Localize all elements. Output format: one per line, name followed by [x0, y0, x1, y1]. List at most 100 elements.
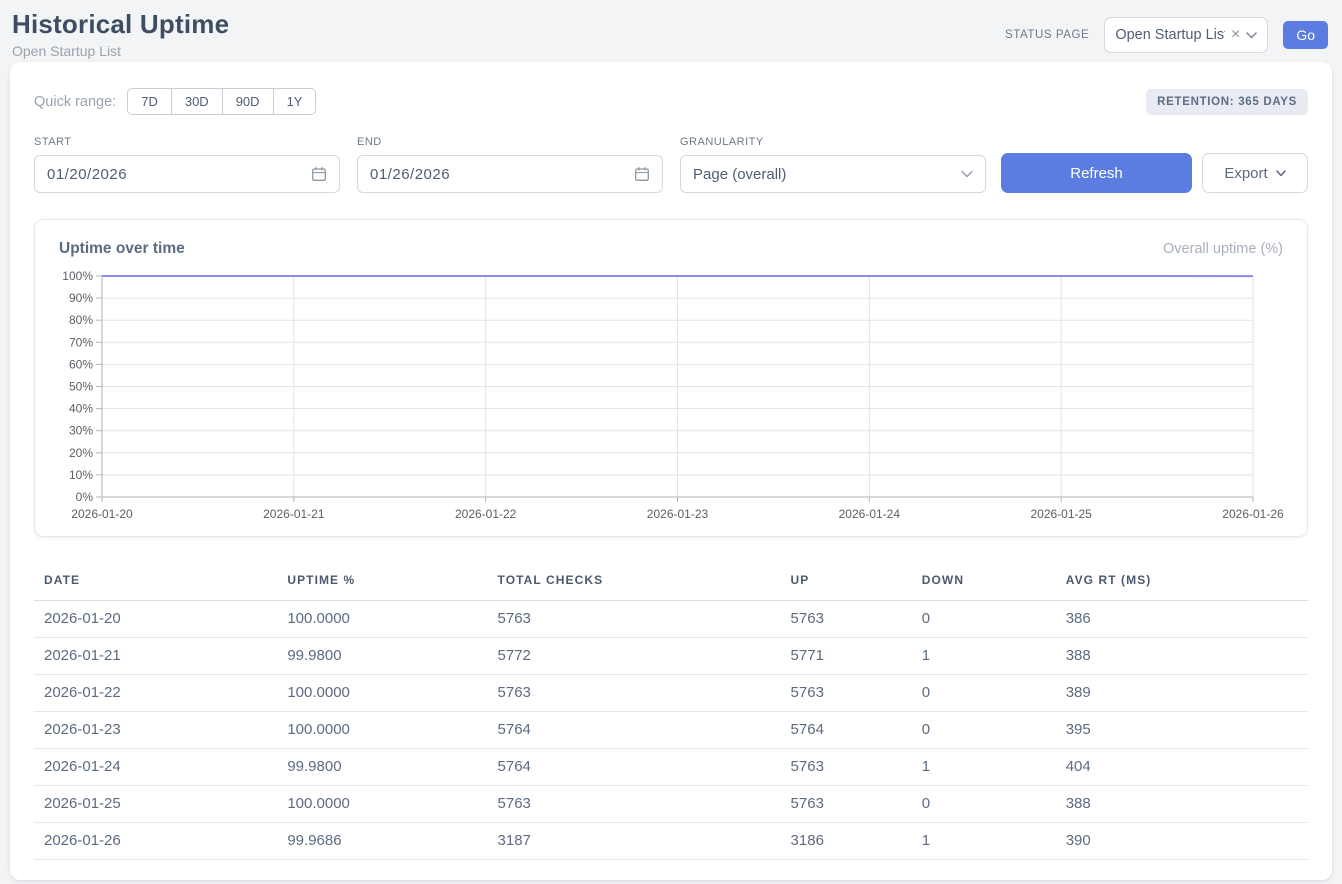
- table-cell-4: 0: [912, 675, 1056, 712]
- table-cell-2: 5763: [488, 601, 781, 638]
- table-cell-1: 99.9800: [277, 638, 487, 675]
- granularity-label: GRANULARITY: [680, 136, 986, 148]
- svg-text:2026-01-24: 2026-01-24: [839, 507, 901, 521]
- quick-range-label: Quick range:: [34, 94, 116, 110]
- svg-text:60%: 60%: [69, 357, 93, 371]
- filters-row-top: Quick range: 7D30D90D1Y RETENTION: 365 D…: [34, 88, 1308, 115]
- quick-range-90d[interactable]: 90D: [222, 88, 274, 115]
- table-cell-1: 99.9800: [277, 749, 487, 786]
- table-cell-1: 100.0000: [277, 601, 487, 638]
- table-row: 2026-01-22100.0000576357630389: [34, 675, 1308, 712]
- calendar-icon[interactable]: [311, 166, 327, 182]
- start-date-field-group: START 01/20/2026: [34, 136, 340, 193]
- table-cell-1: 100.0000: [277, 675, 487, 712]
- chart-svg: 0%10%20%30%40%50%60%70%80%90%100%2026-01…: [59, 270, 1285, 524]
- table-header-col-3: UP: [781, 563, 912, 601]
- table-cell-5: 404: [1056, 749, 1308, 786]
- chevron-down-icon: [961, 170, 973, 178]
- table-cell-2: 5764: [488, 749, 781, 786]
- status-page-selected-value: Open Startup List: [1115, 27, 1225, 43]
- calendar-icon[interactable]: [634, 166, 650, 182]
- start-date-input[interactable]: 01/20/2026: [34, 155, 340, 193]
- table-row: 2026-01-2499.9800576457631404: [34, 749, 1308, 786]
- granularity-select[interactable]: Page (overall): [680, 155, 986, 193]
- table-cell-0: 2026-01-22: [34, 675, 277, 712]
- go-button[interactable]: Go: [1283, 21, 1328, 49]
- table-header-col-2: TOTAL CHECKS: [488, 563, 781, 601]
- quick-range-group: Quick range: 7D30D90D1Y: [34, 88, 316, 115]
- status-page-label: STATUS PAGE: [1005, 29, 1089, 41]
- table-cell-2: 5764: [488, 712, 781, 749]
- svg-text:10%: 10%: [69, 468, 93, 482]
- chevron-down-icon: [1246, 32, 1257, 39]
- table-cell-5: 386: [1056, 601, 1308, 638]
- quick-range-7d[interactable]: 7D: [127, 88, 172, 115]
- retention-badge: RETENTION: 365 DAYS: [1146, 89, 1308, 115]
- table-header-col-5: AVG RT (MS): [1056, 563, 1308, 601]
- uptime-chart-card: Uptime over time Overall uptime (%) 0%10…: [34, 219, 1308, 537]
- start-date-value: 01/20/2026: [47, 166, 127, 183]
- svg-text:30%: 30%: [69, 424, 93, 438]
- end-date-input[interactable]: 01/26/2026: [357, 155, 663, 193]
- table-cell-0: 2026-01-25: [34, 786, 277, 823]
- table-cell-3: 5763: [781, 786, 912, 823]
- end-date-value: 01/26/2026: [370, 166, 450, 183]
- quick-range-1y[interactable]: 1Y: [273, 88, 317, 115]
- status-page-select[interactable]: Open Startup List ×: [1104, 17, 1268, 53]
- page-subtitle: Open Startup List: [12, 43, 229, 59]
- table-header-col-4: DOWN: [912, 563, 1056, 601]
- chart-header: Uptime over time Overall uptime (%): [59, 240, 1283, 258]
- chart-legend: Overall uptime (%): [1163, 241, 1283, 257]
- table-cell-4: 0: [912, 712, 1056, 749]
- uptime-line-chart: 0%10%20%30%40%50%60%70%80%90%100%2026-01…: [59, 270, 1283, 524]
- title-block: Historical Uptime Open Startup List: [12, 9, 229, 59]
- table-cell-0: 2026-01-24: [34, 749, 277, 786]
- table-row: 2026-01-2699.9686318731861390: [34, 823, 1308, 860]
- status-page-controls: STATUS PAGE Open Startup List × Go: [1005, 17, 1328, 53]
- uptime-table: DATEUPTIME %TOTAL CHECKSUPDOWNAVG RT (MS…: [34, 563, 1308, 860]
- table-cell-0: 2026-01-20: [34, 601, 277, 638]
- main-card: Quick range: 7D30D90D1Y RETENTION: 365 D…: [10, 62, 1332, 880]
- start-date-label: START: [34, 136, 340, 148]
- table-cell-4: 1: [912, 749, 1056, 786]
- quick-range-30d[interactable]: 30D: [171, 88, 223, 115]
- table-cell-3: 3186: [781, 823, 912, 860]
- svg-text:50%: 50%: [69, 380, 93, 394]
- svg-text:40%: 40%: [69, 402, 93, 416]
- table-header-row: DATEUPTIME %TOTAL CHECKSUPDOWNAVG RT (MS…: [34, 563, 1308, 601]
- chart-grid: [102, 276, 1253, 497]
- chart-tick-labels: 0%10%20%30%40%50%60%70%80%90%100%2026-01…: [62, 269, 1284, 521]
- table-cell-4: 0: [912, 601, 1056, 638]
- table-row: 2026-01-2199.9800577257711388: [34, 638, 1308, 675]
- svg-text:100%: 100%: [62, 269, 93, 283]
- svg-text:70%: 70%: [69, 335, 93, 349]
- table-cell-3: 5771: [781, 638, 912, 675]
- page-header: Historical Uptime Open Startup List STAT…: [0, 0, 1342, 62]
- table-header-col-0: DATE: [34, 563, 277, 601]
- chart-axes: [96, 276, 1253, 502]
- chevron-down-icon: [1276, 170, 1286, 177]
- table-row: 2026-01-23100.0000576457640395: [34, 712, 1308, 749]
- table-cell-2: 5763: [488, 675, 781, 712]
- svg-text:2026-01-21: 2026-01-21: [263, 507, 325, 521]
- table-cell-2: 3187: [488, 823, 781, 860]
- table-cell-5: 395: [1056, 712, 1308, 749]
- table-cell-2: 5763: [488, 786, 781, 823]
- svg-text:2026-01-25: 2026-01-25: [1030, 507, 1092, 521]
- refresh-button[interactable]: Refresh: [1001, 153, 1192, 193]
- table-cell-3: 5764: [781, 712, 912, 749]
- page-title: Historical Uptime: [12, 9, 229, 40]
- table-cell-4: 1: [912, 638, 1056, 675]
- end-date-label: END: [357, 136, 663, 148]
- table-cell-5: 390: [1056, 823, 1308, 860]
- table-cell-3: 5763: [781, 749, 912, 786]
- filters-row-bottom: START 01/20/2026 END 01/26/2026 GRANULAR…: [34, 136, 1308, 193]
- table-cell-4: 1: [912, 823, 1056, 860]
- table-header-col-1: UPTIME %: [277, 563, 487, 601]
- export-button[interactable]: Export: [1202, 153, 1308, 193]
- clear-selection-icon[interactable]: ×: [1231, 27, 1240, 43]
- table-cell-1: 99.9686: [277, 823, 487, 860]
- svg-text:20%: 20%: [69, 446, 93, 460]
- table-cell-4: 0: [912, 786, 1056, 823]
- export-button-label: Export: [1224, 165, 1267, 182]
